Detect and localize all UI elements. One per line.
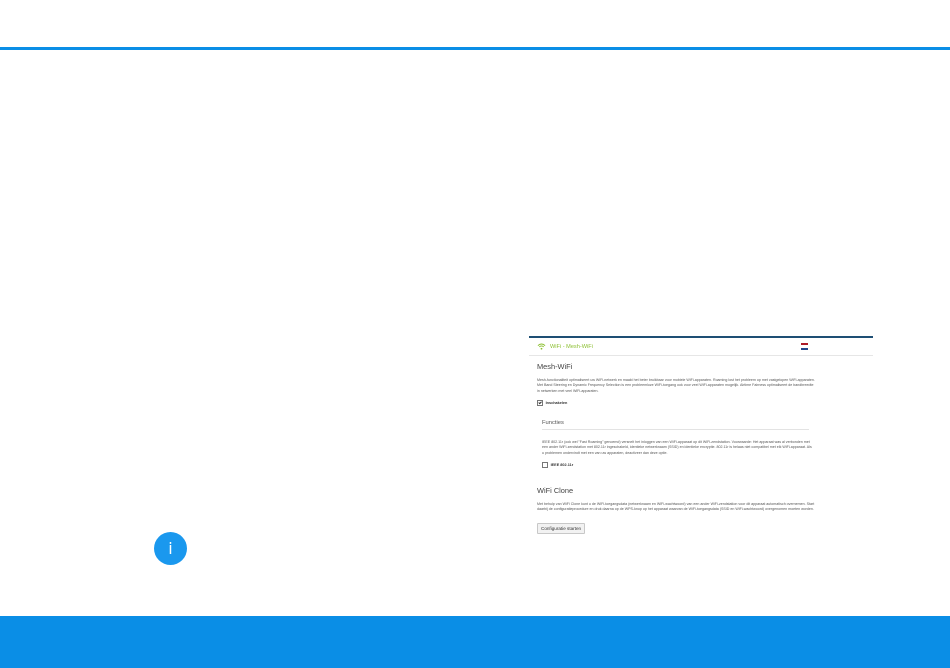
mesh-wifi-screenshot: WiFi - Mesh-WiFi Mesh-WiFi Mesh-function… — [529, 336, 873, 536]
wifi-clone-description: Met behulp van WiFi Clone kunt u de WiFi… — [537, 502, 815, 512]
mesh-wifi-title: Mesh-WiFi — [537, 362, 573, 371]
footer-bar — [0, 616, 950, 668]
info-icon[interactable]: i — [154, 532, 187, 565]
ieee-80211r-label: IEEE 802.11r — [550, 462, 574, 467]
wifi-icon — [537, 343, 546, 350]
functions-divider — [542, 429, 809, 430]
panel-header: WiFi - Mesh-WiFi — [529, 338, 873, 356]
mesh-enable-checkbox[interactable] — [537, 400, 543, 406]
functions-title: Functies — [542, 420, 564, 426]
start-configuration-button[interactable]: Configuratie starten — [537, 523, 586, 534]
mesh-wifi-description: Mesh-functionaliteit optimaliseert uw Wi… — [537, 378, 815, 393]
header-divider — [0, 47, 950, 50]
ieee-80211r-checkbox[interactable] — [542, 462, 548, 468]
info-glyph: i — [168, 539, 173, 558]
ieee-80211r-row[interactable]: IEEE 802.11r — [542, 462, 573, 468]
breadcrumb[interactable]: WiFi - Mesh-WiFi — [550, 344, 593, 350]
language-flag-icon[interactable] — [801, 343, 808, 350]
mesh-enable-label: Inschakelen — [545, 400, 568, 405]
wifi-clone-title: WiFi Clone — [537, 486, 574, 495]
functions-description: IEEE 802.11r (ook wel "Fast Roaming" gen… — [542, 440, 812, 455]
mesh-enable-row[interactable]: Inschakelen — [537, 400, 567, 406]
